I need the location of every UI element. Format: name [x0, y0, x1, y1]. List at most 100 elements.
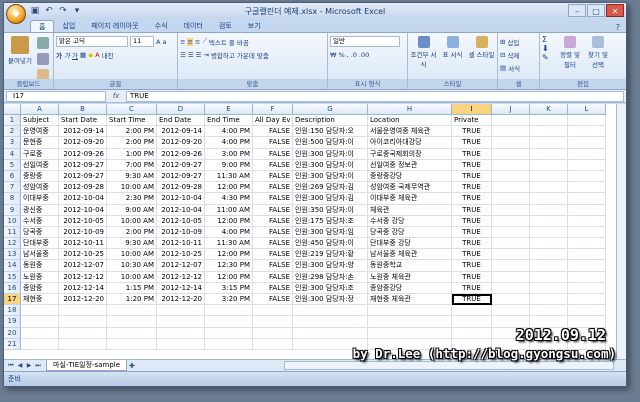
cell[interactable] — [253, 338, 293, 350]
cell[interactable]: TRUE — [452, 204, 492, 216]
copy-icon[interactable] — [37, 53, 49, 65]
cell[interactable] — [568, 182, 606, 194]
align-middle-icon[interactable]: ≡ — [187, 37, 193, 46]
cell[interactable]: 성암여중 국제무역관 — [368, 182, 452, 194]
cell[interactable]: 12:00 PM — [205, 182, 253, 194]
cell[interactable]: All Day Ev — [253, 115, 293, 127]
cell[interactable]: 2012-09-27 — [59, 170, 107, 183]
fx-icon[interactable]: fx — [106, 92, 126, 100]
cut-icon[interactable] — [37, 37, 49, 49]
cell[interactable] — [568, 148, 606, 160]
cell[interactable]: 수서중 — [21, 215, 59, 227]
office-button[interactable]: ◆ — [6, 4, 26, 24]
column-header[interactable]: F — [253, 104, 293, 114]
cell[interactable]: 2:00 PM — [107, 126, 157, 138]
cell[interactable]: 2012-12-12 — [59, 271, 107, 283]
cell[interactable]: FALSE — [253, 193, 293, 205]
cell[interactable]: 11:30 AM — [205, 170, 253, 183]
cell[interactable]: 인원:175 담당자:조 — [293, 215, 368, 227]
cell[interactable]: TRUE — [452, 294, 492, 306]
cell[interactable] — [107, 305, 157, 317]
cell[interactable]: 2012-10-25 — [59, 249, 107, 261]
align-center-icon[interactable]: ☰ — [188, 51, 194, 59]
merge-center-button[interactable]: 병합하고 가운데 맞춤 — [211, 50, 269, 60]
cell[interactable]: 이대부중 체육관 — [368, 193, 452, 205]
tab-data[interactable]: 데이터 — [176, 20, 211, 32]
cell[interactable]: 광신중 — [21, 204, 59, 216]
paste-button[interactable]: 붙여넣기 — [6, 35, 34, 65]
cell[interactable] — [21, 338, 59, 350]
horizontal-scrollbar[interactable] — [284, 361, 614, 370]
cell[interactable]: 2012-12-20 — [59, 294, 107, 306]
cell[interactable]: 2012-10-09 — [59, 226, 107, 239]
font-name-select[interactable]: 맑은 고딕 — [56, 36, 128, 47]
cell[interactable]: 인원:300 담당자:김 — [293, 193, 368, 205]
cell[interactable] — [492, 226, 530, 239]
cell[interactable]: 10:00 AM — [107, 215, 157, 227]
grow-font-icon[interactable]: A — [156, 38, 160, 46]
row-header[interactable]: 12 — [4, 238, 21, 250]
tab-review[interactable]: 검토 — [211, 20, 240, 32]
cell[interactable]: TRUE — [452, 271, 492, 283]
cell[interactable] — [492, 238, 530, 250]
cell[interactable]: FALSE — [253, 260, 293, 272]
row-header[interactable]: 8 — [4, 193, 21, 205]
align-top-icon[interactable]: ≡ — [180, 38, 185, 46]
cell[interactable]: TRUE — [452, 249, 492, 261]
cell[interactable] — [530, 204, 568, 216]
cell[interactable] — [205, 305, 253, 317]
row-header[interactable]: 11 — [4, 226, 21, 239]
cell[interactable]: 인원:300 담당자:이 — [293, 159, 368, 171]
column-header[interactable]: J — [492, 104, 530, 114]
cell[interactable]: TRUE — [452, 148, 492, 160]
cell[interactable]: 인원:219 담당자:황 — [293, 249, 368, 261]
row-header[interactable]: 17 — [4, 294, 21, 306]
name-box[interactable]: I17 — [6, 90, 106, 102]
cell[interactable]: 인원:300 담당자:이 — [293, 148, 368, 160]
cell[interactable]: 중랑중강당 — [368, 170, 452, 183]
italic-icon[interactable]: 가 — [64, 50, 70, 60]
cell[interactable] — [492, 305, 530, 317]
cell[interactable] — [107, 338, 157, 350]
align-bottom-icon[interactable]: ≡ — [195, 38, 200, 46]
column-header[interactable]: E — [205, 104, 253, 114]
cell[interactable] — [492, 170, 530, 183]
row-header[interactable]: 19 — [4, 316, 21, 328]
cell[interactable]: 2012-10-04 — [157, 193, 205, 205]
cell[interactable]: 인원:300 담당자:조 — [293, 282, 368, 294]
cell[interactable]: 단대부중 — [21, 238, 59, 250]
cell[interactable]: 인원:300 담당자:임 — [293, 226, 368, 239]
row-header[interactable]: 10 — [4, 215, 21, 227]
find-select-button[interactable]: 찾기 및 선택 — [584, 35, 612, 69]
comma-icon[interactable]: , — [347, 51, 349, 59]
cell[interactable] — [530, 260, 568, 272]
cell[interactable]: 2012-10-04 — [59, 193, 107, 205]
cell[interactable]: 인원:300 담당자:이 — [293, 170, 368, 183]
cell[interactable] — [568, 170, 606, 183]
underline-icon[interactable]: 가 — [72, 50, 78, 60]
cell[interactable] — [530, 294, 568, 306]
last-sheet-icon[interactable]: ⏭ — [34, 362, 42, 370]
cell[interactable]: Subject — [21, 115, 59, 127]
tab-view[interactable]: 보기 — [240, 20, 269, 32]
cell[interactable]: 2012-09-20 — [157, 137, 205, 149]
cell[interactable] — [492, 294, 530, 306]
cell[interactable]: 인원:500 담당자:이 — [293, 137, 368, 149]
sheet-tab[interactable]: 마실-TIE일정-sample — [46, 360, 128, 371]
cell[interactable]: TRUE — [452, 182, 492, 194]
row-header[interactable]: 18 — [4, 305, 21, 317]
first-sheet-icon[interactable]: ⏮ — [7, 362, 15, 370]
cell[interactable]: 체육관 — [368, 204, 452, 216]
cell[interactable] — [368, 316, 452, 328]
percent-icon[interactable]: % — [338, 51, 344, 59]
cell[interactable]: 운영여중 — [21, 126, 59, 138]
cell[interactable] — [21, 316, 59, 328]
row-header[interactable]: 2 — [4, 126, 21, 138]
cell[interactable]: 중랑중 — [21, 170, 59, 183]
cell[interactable]: 7:00 PM — [107, 159, 157, 171]
fill-color-icon[interactable]: ◆ — [88, 51, 93, 59]
cell[interactable]: TRUE — [452, 170, 492, 183]
cell[interactable]: 2012-10-11 — [59, 238, 107, 250]
cell[interactable] — [492, 282, 530, 294]
column-header[interactable]: B — [59, 104, 107, 114]
